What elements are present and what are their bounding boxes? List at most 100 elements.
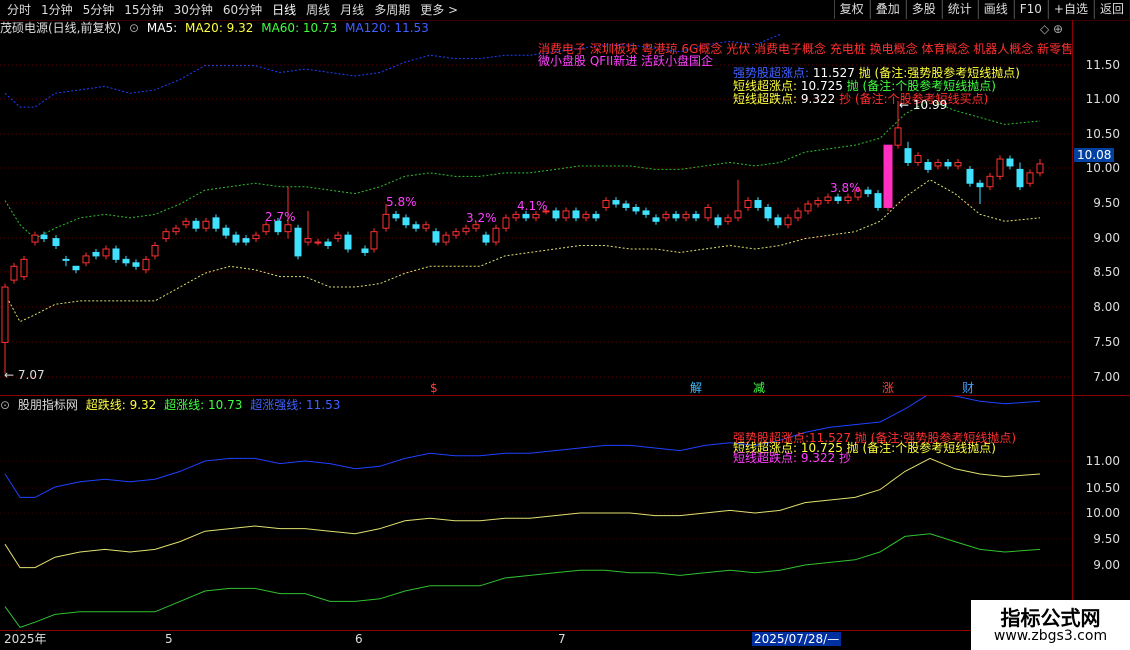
candle[interactable] bbox=[572, 207, 580, 222]
candle[interactable] bbox=[986, 172, 994, 191]
event-marker-limit-up[interactable]: 涨 bbox=[882, 381, 894, 395]
candle[interactable] bbox=[162, 228, 170, 243]
candle[interactable] bbox=[432, 228, 440, 246]
candle[interactable] bbox=[764, 204, 772, 222]
event-marker-unlock[interactable]: 解 bbox=[690, 381, 702, 395]
candle[interactable] bbox=[924, 159, 932, 173]
candle[interactable] bbox=[452, 228, 460, 239]
candle[interactable] bbox=[1016, 162, 1024, 191]
candle[interactable] bbox=[1006, 155, 1014, 170]
candle[interactable] bbox=[142, 255, 150, 274]
y-tick-label: 7.00 bbox=[1093, 370, 1120, 384]
candle[interactable] bbox=[151, 242, 159, 260]
candle[interactable] bbox=[422, 221, 430, 232]
candle[interactable] bbox=[1026, 169, 1034, 187]
candle[interactable] bbox=[874, 190, 882, 211]
strong-overbought-value: 11.527 bbox=[812, 66, 855, 80]
candle[interactable] bbox=[1, 283, 9, 374]
candle[interactable] bbox=[31, 231, 39, 246]
candle[interactable] bbox=[754, 197, 762, 211]
candle[interactable] bbox=[562, 207, 570, 222]
candle[interactable] bbox=[552, 207, 560, 222]
candle[interactable] bbox=[1036, 159, 1044, 177]
candle[interactable] bbox=[462, 224, 470, 236]
candle[interactable] bbox=[784, 214, 792, 229]
toolbar-button[interactable]: 返回 bbox=[1093, 0, 1130, 19]
candle[interactable] bbox=[370, 228, 378, 253]
candle[interactable] bbox=[304, 210, 312, 246]
candle[interactable] bbox=[232, 231, 240, 246]
candle[interactable] bbox=[192, 217, 200, 232]
candle[interactable] bbox=[334, 231, 342, 243]
candle[interactable] bbox=[744, 197, 752, 211]
candle[interactable] bbox=[52, 235, 60, 249]
candle[interactable] bbox=[402, 214, 410, 229]
candle[interactable] bbox=[20, 255, 28, 281]
candle[interactable] bbox=[914, 152, 922, 166]
candle[interactable] bbox=[122, 255, 130, 267]
y-tick-label: 10.00 bbox=[1085, 161, 1120, 175]
candle[interactable] bbox=[392, 210, 400, 222]
candle[interactable] bbox=[864, 186, 872, 198]
candle[interactable] bbox=[682, 210, 690, 222]
candle[interactable] bbox=[602, 197, 610, 211]
candlestick-chart[interactable] bbox=[0, 0, 1072, 395]
candle[interactable] bbox=[92, 248, 100, 260]
candle[interactable] bbox=[212, 214, 220, 232]
candle[interactable] bbox=[242, 235, 250, 246]
candle[interactable] bbox=[622, 200, 630, 211]
candle[interactable] bbox=[172, 224, 180, 236]
candle[interactable] bbox=[794, 207, 802, 222]
candle[interactable] bbox=[62, 255, 70, 267]
candle[interactable] bbox=[294, 224, 302, 260]
candle[interactable] bbox=[344, 231, 352, 253]
candle[interactable] bbox=[632, 204, 640, 215]
candle[interactable] bbox=[492, 224, 500, 246]
candle[interactable] bbox=[804, 200, 812, 215]
candle[interactable] bbox=[222, 224, 230, 239]
candle[interactable] bbox=[592, 210, 600, 222]
candle[interactable] bbox=[132, 259, 140, 270]
candle[interactable] bbox=[704, 204, 712, 222]
candle[interactable] bbox=[642, 207, 650, 218]
candle[interactable] bbox=[966, 165, 974, 187]
candle[interactable] bbox=[112, 245, 120, 263]
candle[interactable] bbox=[734, 179, 742, 222]
candle[interactable] bbox=[582, 210, 590, 222]
event-marker-reduce[interactable]: 减 bbox=[753, 381, 765, 395]
candle[interactable] bbox=[824, 193, 832, 204]
candle[interactable] bbox=[202, 217, 210, 232]
candle[interactable] bbox=[102, 245, 110, 260]
candle[interactable] bbox=[714, 214, 722, 229]
candle[interactable] bbox=[442, 231, 450, 246]
candle[interactable] bbox=[652, 214, 660, 225]
candle[interactable] bbox=[72, 265, 80, 274]
candle[interactable] bbox=[904, 141, 912, 166]
candle[interactable] bbox=[834, 193, 842, 204]
event-marker-dividend[interactable]: $ bbox=[430, 381, 438, 395]
candle[interactable] bbox=[662, 210, 670, 222]
candle[interactable] bbox=[361, 245, 369, 256]
candle[interactable] bbox=[774, 214, 782, 229]
candle[interactable] bbox=[82, 252, 90, 267]
candle[interactable] bbox=[314, 238, 322, 246]
candle[interactable] bbox=[502, 214, 510, 232]
candle[interactable] bbox=[482, 231, 490, 246]
candle[interactable] bbox=[976, 179, 984, 204]
candle[interactable] bbox=[612, 197, 620, 208]
candle[interactable] bbox=[883, 144, 893, 211]
candle[interactable] bbox=[996, 155, 1004, 180]
candle[interactable] bbox=[944, 159, 952, 170]
candle[interactable] bbox=[182, 217, 190, 229]
event-marker-finance[interactable]: 财 bbox=[962, 381, 974, 395]
candle[interactable] bbox=[844, 193, 852, 204]
pct-label: 5.8% bbox=[386, 195, 417, 209]
candle[interactable] bbox=[724, 214, 732, 225]
candle[interactable] bbox=[324, 238, 332, 249]
candle[interactable] bbox=[692, 210, 700, 222]
candle[interactable] bbox=[412, 221, 420, 232]
candle[interactable] bbox=[814, 197, 822, 208]
candle[interactable] bbox=[252, 231, 260, 243]
candle[interactable] bbox=[10, 262, 18, 284]
candle[interactable] bbox=[672, 210, 680, 222]
